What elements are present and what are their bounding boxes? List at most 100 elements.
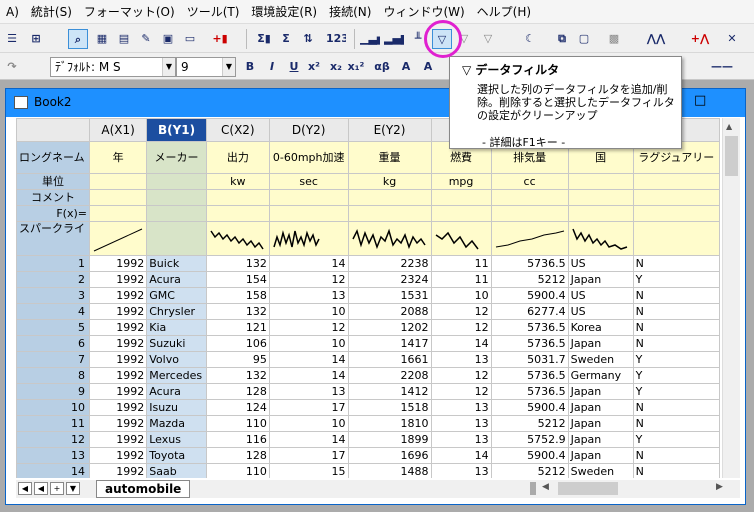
comment-cell[interactable] [146,189,207,206]
data-cell[interactable]: 12 [430,383,492,400]
sparkline-cell[interactable] [88,221,148,256]
data-cell[interactable]: 15 [268,463,349,478]
comment-cell[interactable] [268,189,349,206]
data-cell[interactable]: Sweden [567,351,634,368]
row-header[interactable]: 11 [16,415,90,432]
data-cell[interactable]: Germany [567,367,634,384]
comment-cell[interactable] [567,189,634,206]
data-cell[interactable]: 5752.9 [490,431,569,448]
data-cell[interactable]: N [632,335,720,352]
units-cell[interactable]: cc [490,173,569,190]
data-cell[interactable]: 1412 [347,383,432,400]
data-cell[interactable]: 14 [268,431,349,448]
data-cell[interactable]: 1992 [88,271,148,288]
data-cell[interactable]: 17 [268,447,349,464]
data-cell[interactable]: 1992 [88,447,148,464]
column-header-selected[interactable]: B(Y1) [146,118,207,142]
data-cell[interactable]: 10 [268,335,349,352]
formula-cell[interactable] [430,205,492,222]
data-cell[interactable]: 13 [430,351,492,368]
increase-font-icon[interactable]: A [396,57,416,77]
formula-cell[interactable] [632,205,720,222]
data-cell[interactable]: 2238 [347,255,432,272]
menu-item-help[interactable]: ヘルプ(H) [471,0,537,24]
data-cell[interactable]: 5031.7 [490,351,569,368]
data-cell[interactable]: 5212 [490,463,569,478]
menu-item-window[interactable]: ウィンドウ(W) [377,0,470,24]
column-header[interactable]: E(Y2) [347,118,432,142]
column-header[interactable]: D(Y2) [268,118,349,142]
menu-item-format[interactable]: フォーマット(O) [78,0,181,24]
data-cell[interactable]: 11 [430,271,492,288]
data-cell[interactable]: Buick [146,255,207,272]
close-icon[interactable]: ✕ [722,29,742,49]
data-cell[interactable]: Sweden [567,463,634,478]
data-cell[interactable]: 128 [205,447,270,464]
sparkline-cell[interactable] [567,221,634,256]
data-cell[interactable]: 1661 [347,351,432,368]
data-cell[interactable]: Y [632,351,720,368]
data-cell[interactable]: Japan [567,447,634,464]
superscript-icon[interactable]: x² [304,57,324,77]
sparkline-cell[interactable] [268,221,349,256]
tree-icon[interactable]: ⊞ [26,29,46,49]
table-icon[interactable]: ▦ [92,29,112,49]
data-cell[interactable]: 5736.5 [490,367,569,384]
data-cell[interactable]: 17 [268,399,349,416]
data-cell[interactable]: 128 [205,383,270,400]
data-cell[interactable]: 5736.5 [490,335,569,352]
grid-icon[interactable]: ▤ [114,29,134,49]
data-cell[interactable]: 13 [430,399,492,416]
data-cell[interactable]: Korea [567,319,634,336]
data-cell[interactable]: 1899 [347,431,432,448]
data-cell[interactable]: 11 [430,255,492,272]
data-cell[interactable]: 1992 [88,255,148,272]
units-cell[interactable]: sec [268,173,349,190]
data-cell[interactable]: Y [632,271,720,288]
data-cell[interactable]: 14 [430,447,492,464]
data-cell[interactable]: Japan [567,271,634,288]
data-cell[interactable]: 95 [205,351,270,368]
data-cell[interactable]: 10 [268,303,349,320]
data-cell[interactable]: 110 [205,415,270,432]
data-cell[interactable]: 12 [430,303,492,320]
layout-icon[interactable]: ▭ [180,29,200,49]
toolbar-icon-1[interactable]: ☰ [2,29,22,49]
data-cell[interactable]: 12 [430,367,492,384]
formula-cell[interactable] [567,205,634,222]
menu-item-statistics[interactable]: 統計(S) [25,0,78,24]
scroll-right-icon[interactable]: ▶ [716,482,723,492]
peaks-icon[interactable]: ⋀⋀ [646,29,666,49]
data-cell[interactable]: 5736.5 [490,319,569,336]
stats-icon[interactable]: Σ [276,29,296,49]
row-header[interactable]: 14 [16,463,90,478]
set-column-values-icon[interactable]: 123 [326,29,346,49]
row-header[interactable]: 8 [16,367,90,384]
data-cell[interactable]: N [632,463,720,478]
data-cell[interactable]: N [632,447,720,464]
bar-chart-icon[interactable]: ▁▃▅ [360,29,380,49]
data-cell[interactable]: N [632,303,720,320]
font-select[interactable]: ﾃﾞﾌｫﾙﾄ: M S ▼ [50,57,176,77]
hscroll-thumb[interactable] [558,482,618,495]
sparkline-cell[interactable] [146,221,207,256]
data-cell[interactable]: 1992 [88,463,148,478]
formula-cell[interactable] [205,205,270,222]
data-cell[interactable]: 1992 [88,415,148,432]
data-cell[interactable]: 1992 [88,351,148,368]
data-cell[interactable]: 12 [268,271,349,288]
data-cell[interactable]: GMC [146,287,207,304]
data-cell[interactable]: 5736.5 [490,255,569,272]
data-cell[interactable]: US [567,255,634,272]
redo-icon[interactable]: ↷ [2,57,22,77]
data-cell[interactable]: 1488 [347,463,432,478]
formula-cell[interactable] [146,205,207,222]
worksheet-grid[interactable]: A(X1) B(Y1) C(X2) D(Y2) E(Y2) F(Y ロングネーム… [16,118,720,478]
formula-cell[interactable] [490,205,569,222]
data-cell[interactable]: Acura [146,271,207,288]
comment-cell[interactable] [490,189,569,206]
maximize-icon[interactable]: □ [694,93,706,108]
data-cell[interactable]: 1992 [88,287,148,304]
sheet-list-icon[interactable]: ▼ [66,482,80,495]
row-header[interactable]: 9 [16,383,90,400]
